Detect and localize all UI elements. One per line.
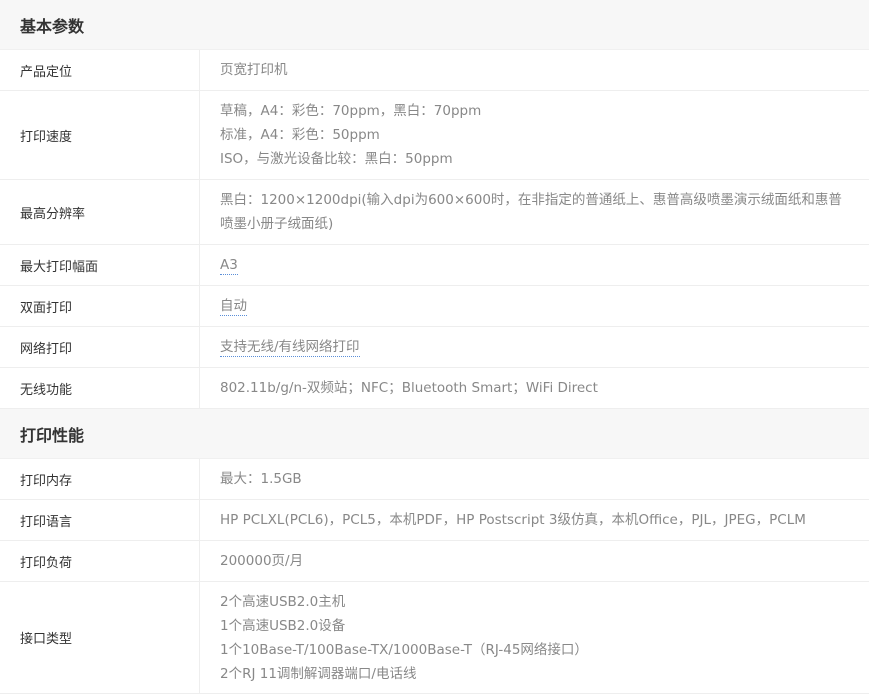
spec-value: 黑白：1200×1200dpi(输入dpi为600×600时，在非指定的普通纸上… [200, 180, 869, 244]
section-title: 基本参数 [20, 16, 85, 36]
spec-value-line: 1个高速USB2.0设备 [220, 617, 346, 634]
spec-sheet: 基本参数 产品定位 页宽打印机 打印速度 草稿，A4：彩色：70ppm，黑白：7… [0, 0, 869, 694]
spec-value: 2个高速USB2.0主机 1个高速USB2.0设备 1个10Base-T/100… [200, 582, 869, 693]
spec-value-line: 草稿，A4：彩色：70ppm，黑白：70ppm [220, 103, 482, 119]
spec-row-product-positioning: 产品定位 页宽打印机 [0, 50, 869, 91]
spec-label: 打印速度 [0, 91, 200, 179]
spec-row-wireless: 无线功能 802.11b/g/n-双频站；NFC；Bluetooth Smart… [0, 368, 869, 409]
spec-value: HP PCLXL(PCL6)，PCL5，本机PDF，HP Postscript … [200, 500, 869, 540]
section-title: 打印性能 [20, 425, 85, 445]
spec-value-line: 802.11b/g/n-双频站；NFC；Bluetooth Smart；WiFi… [220, 380, 598, 396]
network-print-link[interactable]: 支持无线/有线网络打印 [220, 339, 360, 357]
spec-value: 200000页/月 [200, 541, 869, 581]
max-print-size-link[interactable]: A3 [220, 257, 238, 275]
spec-label: 网络打印 [0, 327, 200, 367]
spec-row-duty-cycle: 打印负荷 200000页/月 [0, 541, 869, 582]
spec-row-network-print: 网络打印 支持无线/有线网络打印 [0, 327, 869, 368]
spec-row-print-language: 打印语言 HP PCLXL(PCL6)，PCL5，本机PDF，HP Postsc… [0, 500, 869, 541]
spec-label: 无线功能 [0, 368, 200, 408]
spec-value-line: 黑白：1200×1200dpi(输入dpi为600×600时，在非指定的普通纸上… [220, 192, 842, 232]
spec-label: 双面打印 [0, 286, 200, 326]
spec-value: 最大：1.5GB [200, 459, 869, 499]
spec-label: 打印负荷 [0, 541, 200, 581]
spec-row-max-resolution: 最高分辨率 黑白：1200×1200dpi(输入dpi为600×600时，在非指… [0, 180, 869, 245]
spec-label: 打印语言 [0, 500, 200, 540]
spec-value-line: 标准，A4：彩色：50ppm [220, 127, 380, 143]
section-header-basic: 基本参数 [0, 0, 869, 50]
spec-value-line: 2个RJ 11调制解调器端口/电话线 [220, 665, 417, 682]
spec-value-line: HP PCLXL(PCL6)，PCL5，本机PDF，HP Postscript … [220, 512, 806, 528]
spec-row-duplex: 双面打印 自动 [0, 286, 869, 327]
spec-value-line: ISO，与激光设备比较：黑白：50ppm [220, 151, 453, 167]
spec-value-line: 页宽打印机 [220, 62, 288, 78]
spec-label: 打印内存 [0, 459, 200, 499]
spec-label: 产品定位 [0, 50, 200, 90]
spec-value: 自动 [200, 286, 869, 326]
spec-value: 页宽打印机 [200, 50, 869, 90]
spec-value-line: 1个10Base-T/100Base-TX/1000Base-T（RJ-45网络… [220, 641, 588, 658]
spec-row-max-print-size: 最大打印幅面 A3 [0, 245, 869, 286]
spec-value-line: 200000页/月 [220, 553, 304, 569]
spec-row-interface: 接口类型 2个高速USB2.0主机 1个高速USB2.0设备 1个10Base-… [0, 582, 869, 694]
spec-value: A3 [200, 245, 869, 285]
duplex-link[interactable]: 自动 [220, 298, 247, 316]
spec-value: 802.11b/g/n-双频站；NFC；Bluetooth Smart；WiFi… [200, 368, 869, 408]
spec-value-line: 最大：1.5GB [220, 471, 302, 487]
section-header-print-performance: 打印性能 [0, 409, 869, 459]
spec-row-print-memory: 打印内存 最大：1.5GB [0, 459, 869, 500]
spec-value-line: 2个高速USB2.0主机 [220, 593, 346, 610]
spec-value: 支持无线/有线网络打印 [200, 327, 869, 367]
spec-value: 草稿，A4：彩色：70ppm，黑白：70ppm 标准，A4：彩色：50ppm I… [200, 91, 869, 179]
spec-label: 接口类型 [0, 582, 200, 693]
spec-label: 最高分辨率 [0, 180, 200, 244]
spec-label: 最大打印幅面 [0, 245, 200, 285]
spec-row-print-speed: 打印速度 草稿，A4：彩色：70ppm，黑白：70ppm 标准，A4：彩色：50… [0, 91, 869, 180]
